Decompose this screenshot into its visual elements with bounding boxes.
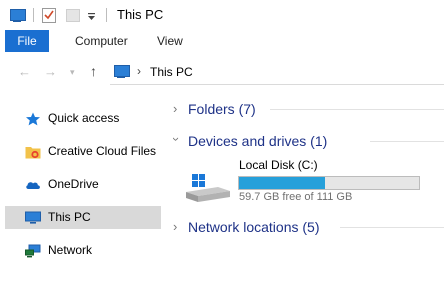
group-network-locations[interactable]: Network locations (5)	[188, 219, 320, 235]
group-divider	[370, 141, 444, 142]
group-devices-and-drives[interactable]: Devices and drives (1)	[188, 133, 327, 149]
sidebar-item-creative-cloud-files[interactable]: Creative Cloud Files	[5, 140, 161, 163]
network-icon	[25, 244, 41, 258]
sidebar-item-label: OneDrive	[48, 177, 99, 191]
drive-free-space: 59.7 GB free of 111 GB	[239, 191, 353, 203]
group-divider	[340, 227, 444, 228]
sidebar-item-label: Quick access	[48, 111, 120, 125]
drive-usage-fill	[239, 177, 326, 189]
sidebar-item-quick-access[interactable]: Quick access	[5, 107, 161, 130]
customize-toolbar-icon[interactable]	[87, 9, 96, 20]
cloud-icon	[26, 182, 40, 189]
tab-file[interactable]: File	[5, 30, 49, 52]
group-divider	[270, 109, 444, 110]
recent-locations-icon[interactable]: ▾	[70, 67, 75, 78]
tab-view[interactable]: View	[157, 34, 183, 48]
forward-arrow-icon[interactable]: →	[44, 64, 57, 79]
computer-icon	[25, 211, 41, 224]
star-icon	[26, 112, 40, 126]
group-folders[interactable]: Folders (7)	[188, 101, 256, 117]
navigation-bar	[0, 58, 444, 86]
tab-computer[interactable]: Computer	[75, 34, 128, 48]
new-folder-icon[interactable]	[66, 9, 80, 22]
hard-drive-icon[interactable]	[184, 168, 232, 204]
this-pc-icon-stand	[13, 20, 21, 22]
drive-usage-bar	[238, 176, 420, 190]
sidebar-item-network[interactable]: Network	[5, 239, 161, 262]
sidebar-item-this-pc[interactable]: This PC	[5, 206, 161, 229]
back-arrow-icon[interactable]: ←	[18, 64, 31, 79]
breadcrumb-this-pc[interactable]: This PC	[150, 65, 193, 79]
expand-chevron-icon[interactable]: ›	[173, 219, 177, 234]
sidebar-item-label: Creative Cloud Files	[48, 144, 157, 158]
address-bar-border	[110, 84, 444, 85]
window-title: This PC	[117, 7, 164, 22]
sidebar-item-label: This PC	[48, 210, 91, 224]
ribbon	[0, 30, 444, 52]
separator	[33, 8, 34, 22]
creative-cloud-folder-icon	[25, 147, 41, 159]
this-pc-icon-stand	[117, 76, 125, 78]
collapse-chevron-icon[interactable]: ›	[169, 137, 184, 141]
properties-icon[interactable]	[42, 8, 56, 23]
sidebar-item-label: Network	[48, 243, 93, 257]
sidebar-item-onedrive[interactable]: OneDrive	[5, 173, 161, 196]
up-arrow-icon[interactable]: ↑	[90, 63, 97, 79]
breadcrumb-chevron-icon[interactable]: ›	[137, 64, 141, 78]
separator	[106, 8, 107, 22]
drive-name[interactable]: Local Disk (C:)	[239, 158, 318, 172]
expand-chevron-icon[interactable]: ›	[173, 101, 177, 116]
